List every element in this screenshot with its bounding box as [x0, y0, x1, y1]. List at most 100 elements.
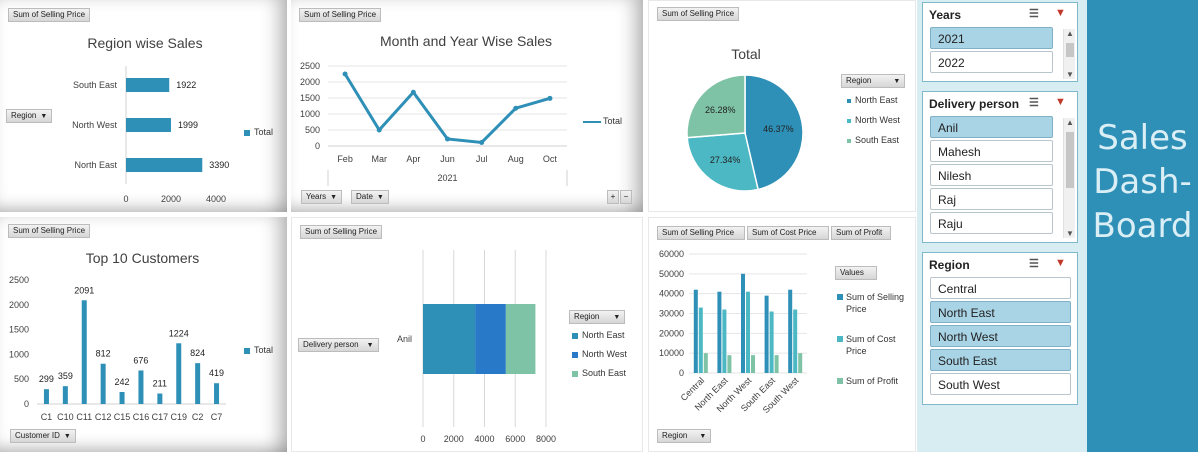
- x-tick-label: 0: [420, 434, 425, 444]
- slicer-header: Region ☰ ▼: [923, 253, 1077, 275]
- stacked-bar-segment: [505, 304, 536, 374]
- slicer-item-central[interactable]: Central: [930, 277, 1071, 299]
- x-tick-label: C12: [95, 412, 112, 422]
- legend-swatch: [837, 294, 843, 300]
- scroll-thumb[interactable]: [1066, 43, 1074, 57]
- region-slicer[interactable]: Region ☰ ▼ Central North East North West…: [922, 252, 1078, 405]
- bar: [793, 309, 798, 373]
- multi-select-icon[interactable]: ☰: [1029, 257, 1039, 270]
- clear-filter-icon[interactable]: ▼: [1055, 96, 1066, 108]
- data-label: 824: [190, 348, 205, 358]
- dashboard-title-tile: Sales Dash- Board: [1087, 0, 1198, 452]
- category-label: South East: [73, 80, 118, 90]
- slicer-item-north-east[interactable]: North East: [930, 301, 1071, 323]
- zoom-in-button[interactable]: +: [607, 190, 619, 204]
- legend-label: Total: [603, 116, 623, 126]
- scroll-down-icon[interactable]: ▼: [1064, 70, 1076, 79]
- category-label: Anil: [397, 334, 412, 344]
- y-tick-label: 10000: [659, 348, 684, 358]
- legend-swatch: [837, 336, 843, 342]
- clear-filter-icon[interactable]: ▼: [1055, 257, 1066, 269]
- data-label: 3390: [209, 160, 229, 170]
- x-tick-label: 6000: [505, 434, 525, 444]
- bar: [788, 289, 793, 373]
- scroll-up-icon[interactable]: ▲: [1064, 118, 1076, 127]
- legend-label: Sum of Selling Price: [846, 292, 905, 314]
- slicer-item-south-east[interactable]: South East: [930, 349, 1071, 371]
- clear-filter-icon[interactable]: ▼: [1055, 7, 1066, 19]
- data-label: 359: [58, 371, 73, 381]
- slicer-item-2022[interactable]: 2022: [930, 51, 1053, 73]
- x-tick-label: Apr: [406, 154, 420, 164]
- slicer-item-raj[interactable]: Raj: [930, 188, 1053, 210]
- bar: [62, 386, 68, 404]
- x-tick-label: C17: [152, 412, 169, 422]
- slicer-item-nilesh[interactable]: Nilesh: [930, 164, 1053, 186]
- bar: [764, 295, 769, 373]
- bar: [138, 370, 144, 404]
- bar: [746, 291, 750, 373]
- slicer-title: Years: [929, 8, 962, 22]
- legend-label: Sum of Profit: [846, 376, 899, 386]
- slice-label: 27.34%: [710, 155, 741, 165]
- bar: [698, 307, 703, 373]
- legend-swatch: [572, 370, 578, 377]
- data-point: [445, 136, 450, 142]
- region-sales-svg: 0 2000 4000 South East 1922 North West 1999 Nor…: [72, 66, 229, 204]
- y-tick-label: 50000: [659, 269, 684, 279]
- years-slicer[interactable]: Years ☰ ▼ 2021 2022 ▲ ▼: [922, 2, 1078, 82]
- y-tick-label: 30000: [659, 309, 684, 319]
- filter-dropdown-icon: ▼: [893, 78, 901, 85]
- slicer-item-south-west[interactable]: South West: [930, 373, 1071, 395]
- legend-swatch: [244, 129, 250, 136]
- slicer-item-anil[interactable]: Anil: [930, 116, 1053, 138]
- years-filter-button[interactable]: Years ▼: [301, 190, 343, 204]
- legend-line-icon: [583, 120, 601, 123]
- slicer-item-raju[interactable]: Raju: [930, 212, 1053, 234]
- delivery-person-chart[interactable]: Sum of Selling Price Delivery person ▼ 02…: [291, 217, 643, 452]
- multi-select-icon[interactable]: ☰: [1029, 96, 1039, 109]
- legend-label: North West: [855, 115, 900, 125]
- region-filter-button[interactable]: Region ▼: [841, 74, 906, 88]
- x-tick-label: C2: [192, 412, 204, 422]
- legend-swatch: [244, 347, 250, 354]
- slicer-item-mahesh[interactable]: Mahesh: [930, 140, 1053, 162]
- slicer-scrollbar[interactable]: ▲ ▼: [1063, 118, 1075, 238]
- date-filter-button[interactable]: Date ▼: [351, 190, 389, 204]
- region-sales-chart[interactable]: Sum of Selling Price Region wise Sales R…: [0, 0, 287, 212]
- bar: [798, 353, 803, 373]
- customer-id-filter-button[interactable]: Customer ID ▼: [10, 429, 76, 443]
- x-tick-label: 4000: [206, 194, 226, 204]
- data-label: 676: [133, 355, 148, 365]
- category-label: North West: [72, 120, 117, 130]
- scroll-down-icon[interactable]: ▼: [1064, 229, 1076, 238]
- slicer-item-2021[interactable]: 2021: [930, 27, 1053, 49]
- slicer-item-north-west[interactable]: North West: [930, 325, 1071, 347]
- bar: [176, 343, 182, 404]
- region-values-chart[interactable]: Sum of Selling Price Sum of Cost Price S…: [648, 217, 916, 452]
- stacked-bar-segment: [475, 304, 506, 374]
- total-pie-chart[interactable]: Sum of Selling Price Total 46.37% 27.34% 2…: [648, 0, 916, 212]
- region-filter-button[interactable]: Region ▼: [657, 429, 712, 443]
- delivery-person-slicer[interactable]: Delivery person ☰ ▼ Anil Mahesh Nilesh R…: [922, 91, 1078, 243]
- y-tick-label: 500: [305, 125, 320, 135]
- pie-svg: 46.37% 27.34% 26.28%: [686, 74, 804, 192]
- legend-item-south-east: South East: [572, 368, 626, 378]
- bar: [126, 118, 171, 132]
- legend-swatch: [572, 351, 578, 358]
- region-filter-label: Region: [846, 76, 872, 85]
- top-customers-chart[interactable]: Sum of Selling Price Top 10 Customers 05…: [0, 217, 287, 452]
- bar: [774, 355, 779, 373]
- month-year-sales-chart[interactable]: Sum of Selling Price Month and Year Wise…: [291, 0, 643, 212]
- slicer-scrollbar[interactable]: ▲ ▼: [1063, 29, 1075, 79]
- multi-select-icon[interactable]: ☰: [1029, 7, 1039, 20]
- x-tick-label: Oct: [543, 154, 558, 164]
- scroll-up-icon[interactable]: ▲: [1064, 29, 1076, 38]
- legend-item-profit: Sum of Profit: [837, 375, 909, 387]
- scroll-thumb[interactable]: [1066, 132, 1074, 188]
- region-filter-button[interactable]: Region ▼: [569, 310, 626, 324]
- zoom-out-button[interactable]: −: [620, 190, 632, 204]
- bar: [126, 78, 170, 92]
- y-tick-label: 0: [679, 368, 684, 378]
- filter-dropdown-icon: ▼: [376, 194, 384, 201]
